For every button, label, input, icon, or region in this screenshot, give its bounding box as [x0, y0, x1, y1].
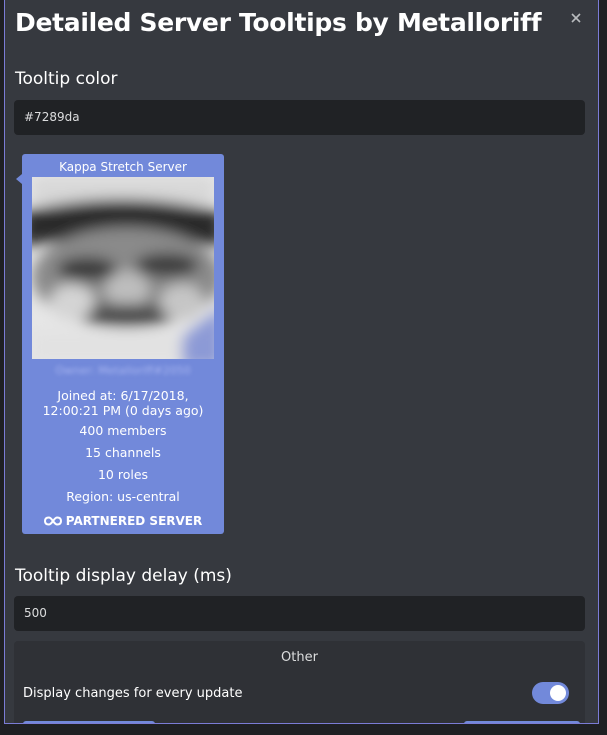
tooltip-preview: Kappa Stretch Server Owner: Metalloriff#…	[16, 154, 224, 534]
partnered-label: PARTNERED SERVER	[65, 514, 203, 528]
settings-modal: Detailed Server Tooltips by Metalloriff …	[4, 0, 599, 724]
tooltip-color-label: Tooltip color	[15, 69, 118, 89]
display-changes-toggle[interactable]	[532, 682, 569, 704]
tooltip-arrow	[16, 174, 22, 184]
role-count: 10 roles	[97, 467, 149, 482]
server-region: Region: us-central	[66, 489, 180, 504]
display-changes-label: Display changes for every update	[23, 686, 243, 701]
other-panel: Other Display changes for every update	[14, 641, 585, 723]
other-title: Other	[281, 650, 318, 665]
left-action-button[interactable]	[23, 721, 155, 723]
server-owner: Owner: Metalloriff#2050	[55, 364, 191, 377]
infinity-icon	[43, 516, 62, 526]
channel-count: 15 channels	[85, 445, 161, 460]
server-icon	[32, 177, 214, 359]
tooltip-color-input[interactable]	[14, 100, 585, 135]
close-icon[interactable]	[568, 10, 584, 26]
modal-title: Detailed Server Tooltips by Metalloriff	[15, 8, 542, 37]
delay-label: Tooltip display delay (ms)	[15, 566, 232, 586]
joined-at: Joined at: 6/17/2018, 12:00:21 PM (0 day…	[42, 388, 204, 418]
delay-input[interactable]	[14, 596, 585, 631]
member-count: 400 members	[79, 423, 167, 438]
right-action-button[interactable]	[464, 721, 580, 723]
toggle-knob	[550, 685, 566, 701]
server-name: Kappa Stretch Server	[59, 160, 187, 174]
partnered-badge: PARTNERED SERVER	[22, 514, 224, 528]
